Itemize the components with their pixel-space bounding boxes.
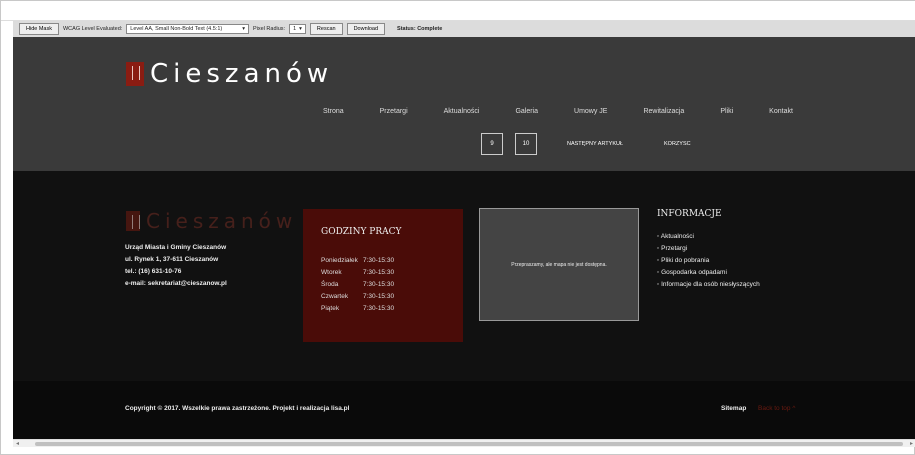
hide-mask-button[interactable]: Hide Mask [19,23,59,35]
address-line: tel.: (16) 631-10-76 [125,268,182,275]
email-link[interactable]: e-mail: sekretariat@cieszanow.pl [125,278,227,290]
hours-row: Wtorek 7:30-15:30 [321,267,394,279]
download-button[interactable]: Download [346,23,386,35]
site-footer: Cieszanów Urząd Miasta i Gminy Cieszanów… [13,171,915,439]
status-text: Status: Complete [397,26,443,32]
contrast-toolbar: Hide Mask WCAG Level Evaluated: Level AA… [13,21,915,37]
browser-window: Hide Mask WCAG Level Evaluated: Level AA… [0,0,915,455]
office-hours-box: GODZINY PRACY Poniedziałek 7:30-15:30 Wto… [303,209,463,342]
info-section: INFORMACJE Aktualności Przetargi Pliki d… [657,209,760,291]
time-cell: 7:30-15:30 [363,257,395,264]
info-list: Aktualności Przetargi Pliki do pobrania … [657,231,760,291]
coat-of-arms-icon [126,211,140,231]
day-cell: Wtorek [321,269,342,276]
footer-logo-text: Cieszanów [146,209,298,233]
chevron-down-icon: ▾ [242,26,245,32]
info-link[interactable]: Przetargi [657,243,760,255]
site-logo[interactable]: Cieszanów [126,59,333,89]
nav-item[interactable]: Aktualności [444,108,480,115]
time-cell: 7:30-15:30 [363,305,395,312]
prev-article-link[interactable]: KORZYSC [664,141,691,147]
pixel-radius-label: Pixel Radius: [252,26,286,32]
next-article-link[interactable]: NASTĘPNY ARTYKUŁ [567,141,623,147]
scrollbar-thumb[interactable] [35,442,903,446]
address-line: ul. Rynek 1, 37-611 Cieszanów [125,256,219,263]
article-pager: 9 10 NASTĘPNY ARTYKUŁ KORZYSC [13,129,915,171]
info-title: INFORMACJE [657,209,722,219]
day-cell: Poniedziałek [321,257,358,264]
back-to-top-link[interactable]: Back to top ^ [758,405,795,412]
chevron-down-icon: ▾ [299,26,302,32]
info-link[interactable]: Gospodarka odpadami [657,267,760,279]
footer-bottom-bar: Copyright © 2017. Wszelkie prawa zastrze… [13,381,915,439]
coat-of-arms-icon [126,62,144,86]
copyright-text: Copyright © 2017. Wszelkie prawa zastrze… [125,405,350,412]
map-placeholder: Przepraszamy, ale mapa nie jest dostępna… [479,208,639,321]
site-header: Cieszanów Strona Przetargi Aktualności G… [13,37,915,129]
rescan-button[interactable]: Rescan [309,23,343,35]
horizontal-scrollbar[interactable]: ◂ ▸ [13,439,915,447]
map-message: Przepraszamy, ale mapa nie jest dostępna… [511,261,607,268]
scroll-right-icon[interactable]: ▸ [910,440,913,448]
info-link[interactable]: Aktualności [657,231,760,243]
hours-row: Środa 7:30-15:30 [321,279,394,291]
nav-item[interactable]: Kontakt [769,108,793,115]
time-cell: 7:30-15:30 [363,281,395,288]
nav-item[interactable]: Strona [323,108,344,115]
nav-item[interactable]: Umowy JE [574,108,607,115]
page-frame: Hide Mask WCAG Level Evaluated: Level AA… [13,21,915,439]
nav-item[interactable]: Galeria [515,108,538,115]
page-link[interactable]: 10 [515,133,537,155]
day-cell: Czwartek [321,293,349,300]
nav-item[interactable]: Pliki [720,108,733,115]
footer-address: Urząd Miasta i Gminy Cieszanów ul. Rynek… [125,242,227,290]
time-cell: 7:30-15:30 [363,269,395,276]
wcag-label: WCAG Level Evaluated: [62,26,123,32]
wcag-select[interactable]: Level AA, Small Non-Bold Text (4.5:1) ▾ [126,24,249,34]
hours-table: Poniedziałek 7:30-15:30 Wtorek 7:30-15:30 … [321,255,394,315]
logo-text: Cieszanów [150,59,334,89]
footer-logo: Cieszanów [126,209,297,233]
main-nav: Strona Przetargi Aktualności Galeria Umo… [323,108,829,115]
hours-row: Piątek 7:30-15:30 [321,303,394,315]
nav-item[interactable]: Przetargi [380,108,408,115]
hours-row: Poniedziałek 7:30-15:30 [321,255,394,267]
pixel-radius-select[interactable]: 1 ▾ [289,24,306,34]
day-cell: Środa [321,281,339,288]
day-cell: Piątek [321,305,340,312]
info-link[interactable]: Pliki do pobrania [657,255,760,267]
address-line: Urząd Miasta i Gminy Cieszanów [125,244,227,251]
sitemap-link[interactable]: Sitemap [721,405,746,412]
top-strip [1,1,915,21]
info-link[interactable]: Informacje dla osób niesłyszących [657,279,760,291]
nav-item[interactable]: Rewitalizacja [643,108,684,115]
hours-title: GODZINY PRACY [321,227,402,237]
time-cell: 7:30-15:30 [363,293,395,300]
hours-row: Czwartek 7:30-15:30 [321,291,394,303]
page-link[interactable]: 9 [481,133,503,155]
scroll-left-icon[interactable]: ◂ [16,440,19,448]
